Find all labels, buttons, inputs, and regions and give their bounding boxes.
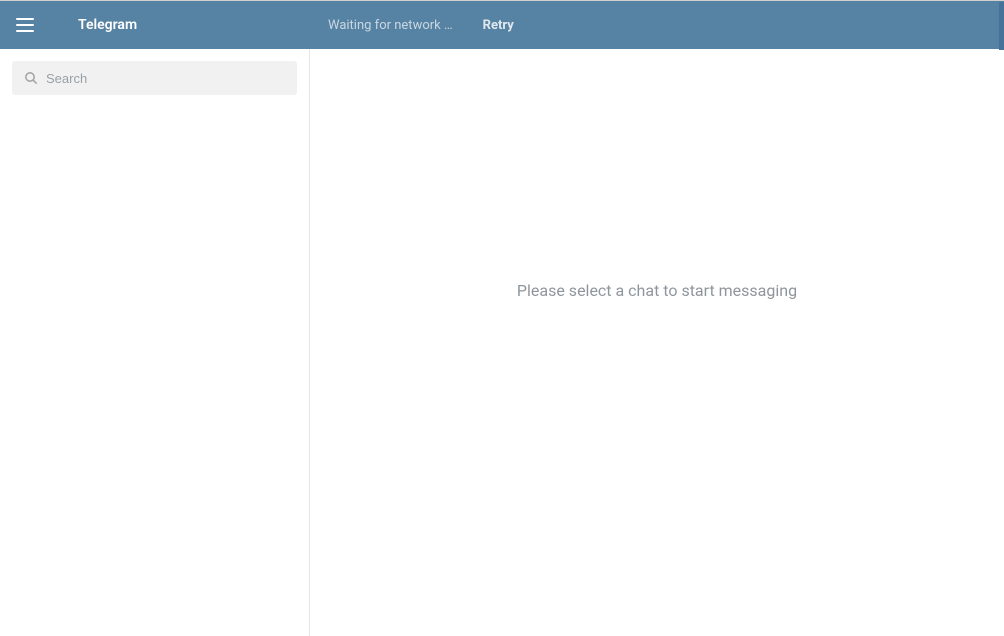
app-title: Telegram (78, 17, 137, 33)
search-box[interactable] (12, 61, 297, 95)
hamburger-icon (16, 18, 34, 32)
retry-button[interactable]: Retry (483, 18, 514, 33)
network-status-text: Waiting for network … (328, 18, 453, 33)
body-layout: Please select a chat to start messaging (0, 49, 1004, 636)
header-status: Waiting for network … Retry (328, 18, 514, 33)
app-header: Telegram Waiting for network … Retry (0, 1, 1004, 49)
sidebar (0, 49, 310, 636)
header-right-edge (999, 2, 1004, 50)
empty-chat-message: Please select a chat to start messaging (517, 281, 797, 300)
search-input[interactable] (46, 71, 285, 86)
search-icon (24, 71, 38, 85)
menu-button[interactable] (0, 1, 50, 49)
main-area: Please select a chat to start messaging (310, 49, 1004, 636)
